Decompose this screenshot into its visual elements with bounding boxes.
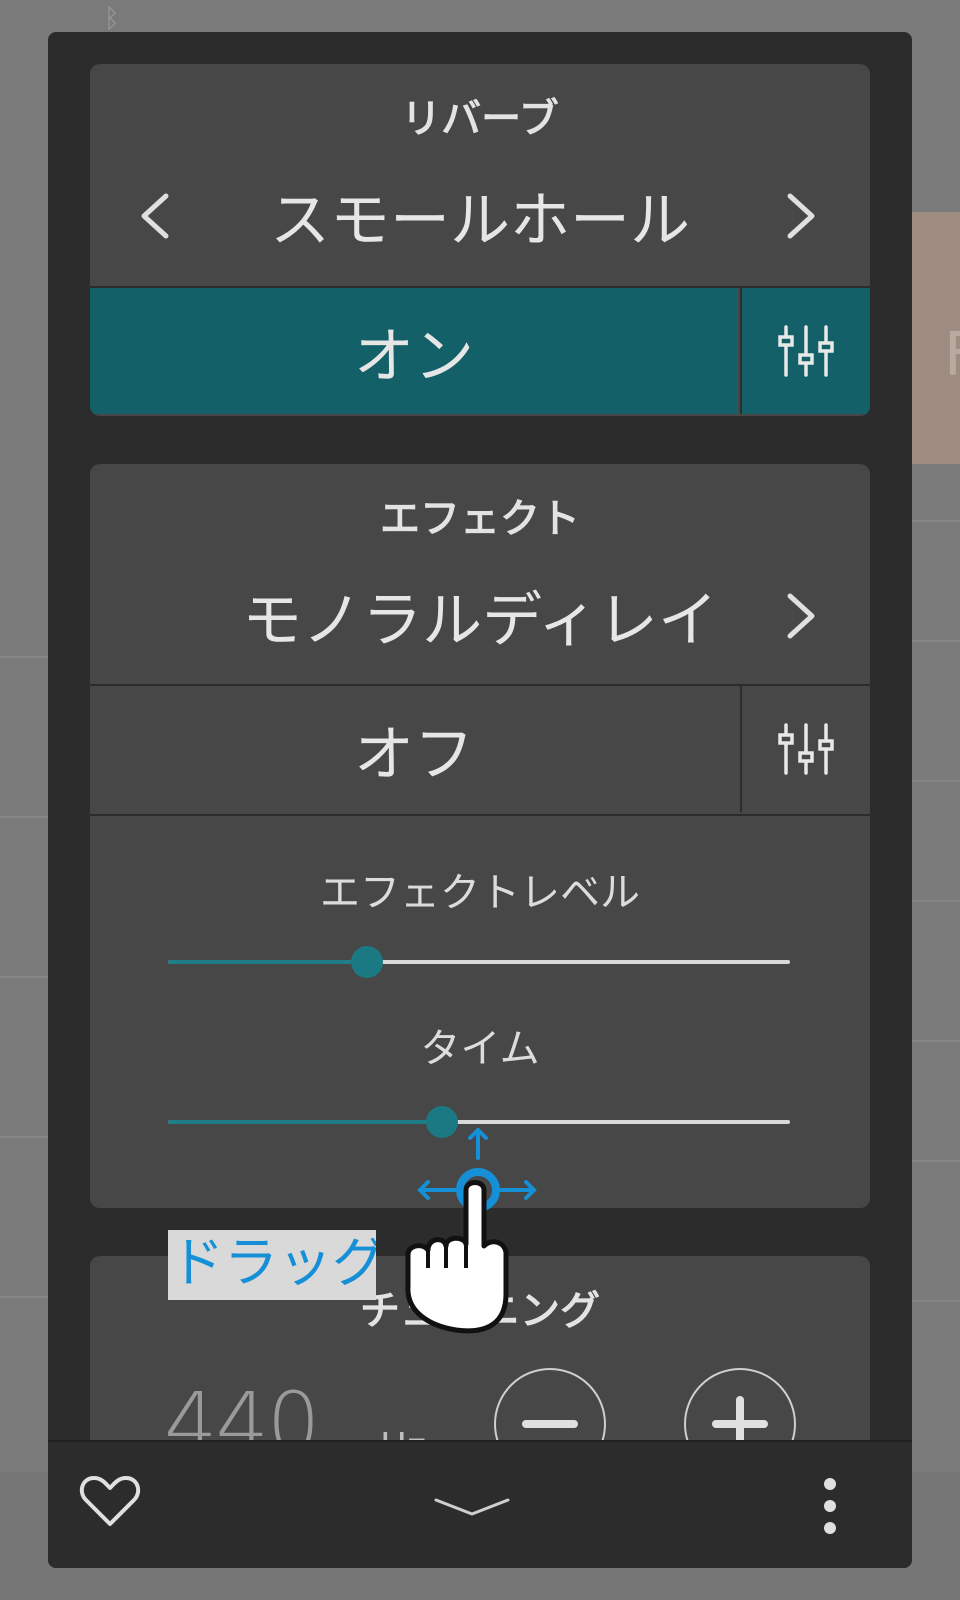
background-letter: F	[944, 320, 960, 390]
reverb-type-selector: スモールホール	[90, 154, 870, 284]
drag-hint-label: ドラッグ	[168, 1230, 376, 1300]
reverb-type-value: スモールホール	[270, 186, 690, 256]
background-divider	[910, 640, 960, 642]
background-divider	[910, 1040, 960, 1042]
favorite-button[interactable]	[78, 1472, 142, 1532]
effect-settings-button[interactable]	[740, 686, 870, 812]
minus-icon	[522, 1420, 578, 1428]
background-divider	[910, 780, 960, 782]
background-divider	[0, 976, 48, 978]
tuning-value: 440	[164, 1374, 320, 1440]
reverb-title: リバーブ	[401, 96, 559, 142]
tuning-increase-button[interactable]	[684, 1368, 796, 1440]
slider-fill	[168, 1120, 442, 1124]
next-effect-button[interactable]	[770, 576, 830, 656]
plus-icon	[712, 1396, 768, 1440]
tuning-decrease-button[interactable]	[494, 1368, 606, 1440]
effect-card: エフェクト モノラルディレイ オフ エフェクトレベル タイム	[90, 464, 870, 1208]
effect-title: エフェクト	[380, 496, 580, 542]
background-divider	[910, 520, 960, 522]
reverb-toggle-row: オン	[90, 286, 870, 414]
sliders-icon	[778, 325, 834, 377]
background-divider	[0, 816, 48, 818]
reverb-toggle-button[interactable]: オン	[90, 288, 738, 414]
slider-fill	[168, 960, 368, 964]
heart-icon	[79, 1476, 141, 1526]
more-vertical-icon	[824, 1478, 836, 1534]
background-divider	[910, 900, 960, 902]
effect-toggle-button[interactable]: オフ	[90, 686, 738, 812]
bluetooth-icon: ᛒ	[104, 4, 120, 34]
chevron-right-icon	[787, 593, 815, 639]
reverb-card: リバーブ スモールホール オン	[90, 64, 870, 416]
tuning-unit: Hz	[380, 1426, 426, 1440]
effect-level-label: エフェクトレベル	[320, 870, 640, 916]
background-divider	[910, 1160, 960, 1162]
background-divider	[0, 656, 48, 658]
effect-level-slider[interactable]	[168, 942, 790, 982]
more-options-button[interactable]	[818, 1472, 842, 1542]
time-label: タイム	[420, 1026, 540, 1072]
background-divider	[0, 1136, 48, 1138]
slider-thumb[interactable]	[351, 946, 384, 978]
collapse-panel-button[interactable]	[432, 1492, 512, 1522]
background-divider	[910, 1300, 960, 1302]
sliders-icon	[778, 723, 834, 775]
chevron-down-icon	[434, 1498, 510, 1516]
next-reverb-button[interactable]	[770, 176, 830, 256]
drag-gesture-icon	[400, 1127, 550, 1348]
reverb-settings-button[interactable]	[740, 288, 870, 414]
effect-toggle-row: オフ	[90, 684, 870, 812]
effect-type-selector: モノラルディレイ	[90, 554, 870, 684]
background-divider	[0, 1296, 48, 1298]
effect-type-value: モノラルディレイ	[242, 586, 718, 656]
chevron-right-icon	[787, 193, 815, 239]
bottom-toolbar	[48, 1440, 912, 1568]
